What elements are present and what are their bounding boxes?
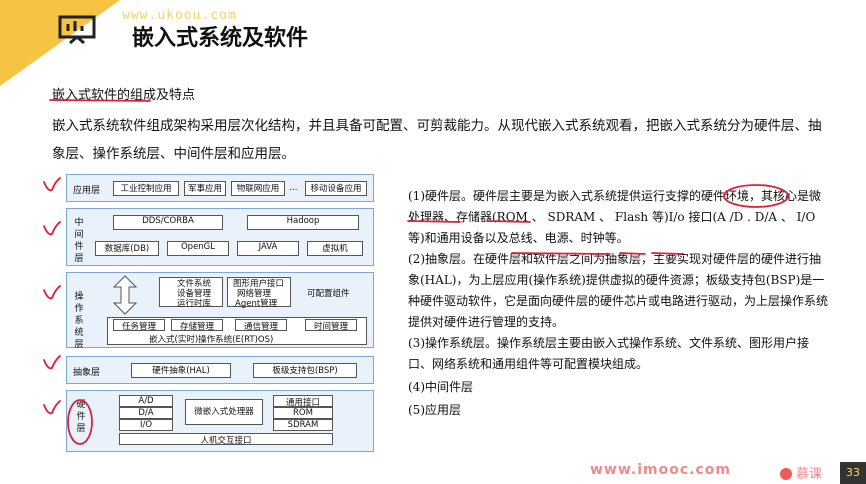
hw-mem: 通用接口 <box>273 395 333 407</box>
hw-mem: ROM <box>273 407 333 419</box>
desc-os: (3)操作系统层。操作系统层主要由嵌入式操作系统、文件系统、图形用户接口、网络系… <box>408 336 810 371</box>
brand-icon <box>780 468 792 480</box>
layer-label: 中间件层 <box>74 218 84 264</box>
hardware-layer: 硬件层 A/D D/A I/O 微嵌入式处理器 通用接口 ROM SDRAM 人… <box>66 390 374 452</box>
middleware-item: 虚拟机 <box>307 241 363 256</box>
abstract-layer: 抽象层 硬件抽象(HAL) 板级支持包(BSP) <box>66 356 374 384</box>
middleware-item: DDS/CORBA <box>113 215 223 230</box>
hw-cpu: 微嵌入式处理器 <box>185 399 263 425</box>
desc-middleware: (4)中间件层 <box>408 380 473 394</box>
desc-hardware: (1)硬件层。硬件层主要是为嵌入式系统提供运行支撑的硬件环境，其核心是微处理器、… <box>408 189 822 245</box>
os-task: 通信管理 <box>235 319 287 331</box>
intro-paragraph: 嵌入式系统软件组成架构采用层次化结构，并且具备可配置、可剪裁能力。从现代嵌入式系… <box>52 118 822 162</box>
middleware-item: Hadoop <box>247 215 359 230</box>
application-layer: 应用层 工业控制应用 军事应用 物联网应用 … 移动设备应用 <box>66 174 374 202</box>
middleware-item: JAVA <box>237 241 299 256</box>
middleware-item: OpenGL <box>167 241 229 256</box>
app-ellipsis: … <box>289 183 298 193</box>
abstract-item: 板级支持包(BSP) <box>253 363 357 378</box>
footer-brand: 慕课 <box>780 463 822 482</box>
hw-io: A/D <box>119 395 173 407</box>
page-title: 嵌入式系统及软件 <box>132 26 309 51</box>
architecture-diagram: 应用层 工业控制应用 军事应用 物联网应用 … 移动设备应用 中间件层 DDS/… <box>66 172 376 454</box>
app-item: 移动设备应用 <box>305 181 367 196</box>
os-task: 任务管理 <box>113 319 165 331</box>
brand-label: 慕课 <box>796 467 823 482</box>
layer-label: 应用层 <box>73 186 101 196</box>
desc-application: (5)应用层 <box>408 403 461 417</box>
hw-mem: SDRAM <box>273 419 333 431</box>
os-task: 存储管理 <box>171 319 223 331</box>
layer-label: 操作系统层 <box>74 292 84 350</box>
os-layer: 操作系统层 文件系统 设备管理 运行时库 图形用户接口 网络管理 Agent管理… <box>66 272 374 350</box>
os-component: 运行时库 <box>177 299 212 309</box>
double-arrow-icon <box>113 275 137 315</box>
app-item: 军事应用 <box>184 181 226 196</box>
os-task: 时间管理 <box>305 319 357 331</box>
os-component: Agent管理 <box>235 299 278 309</box>
middleware-item: 数据库(DB) <box>95 241 159 256</box>
presentation-icon <box>58 15 96 44</box>
abstract-item: 硬件抽象(HAL) <box>131 363 231 378</box>
hw-io: I/O <box>119 419 173 431</box>
os-kernel: 嵌入式(实时)操作系统(E(RT)OS) <box>149 335 274 345</box>
hw-io: D/A <box>119 407 173 419</box>
footer-site: www.imooc.com <box>590 462 731 478</box>
hw-hmi: 人机交互接口 <box>119 433 333 445</box>
middleware-layer: 中间件层 DDS/CORBA Hadoop 数据库(DB) OpenGL JAV… <box>66 208 374 266</box>
app-item: 物联网应用 <box>231 181 285 196</box>
section-subtitle: 嵌入式软件的组成及特点 <box>52 88 196 103</box>
app-item: 工业控制应用 <box>113 181 179 196</box>
desc-abstract: (2)抽象层。在硬件层和软件层之间为抽象层，主要实现对硬件层的硬件进行抽象(HA… <box>408 252 829 329</box>
layer-label: 硬件层 <box>76 400 86 434</box>
page-number: 33 <box>840 462 866 484</box>
layer-descriptions: (1)硬件层。硬件层主要是为嵌入式系统提供运行支撑的硬件环境，其核心是微处理器、… <box>408 186 828 421</box>
configurable-components: 可配置组件 <box>307 289 350 299</box>
layer-label: 抽象层 <box>73 368 101 378</box>
